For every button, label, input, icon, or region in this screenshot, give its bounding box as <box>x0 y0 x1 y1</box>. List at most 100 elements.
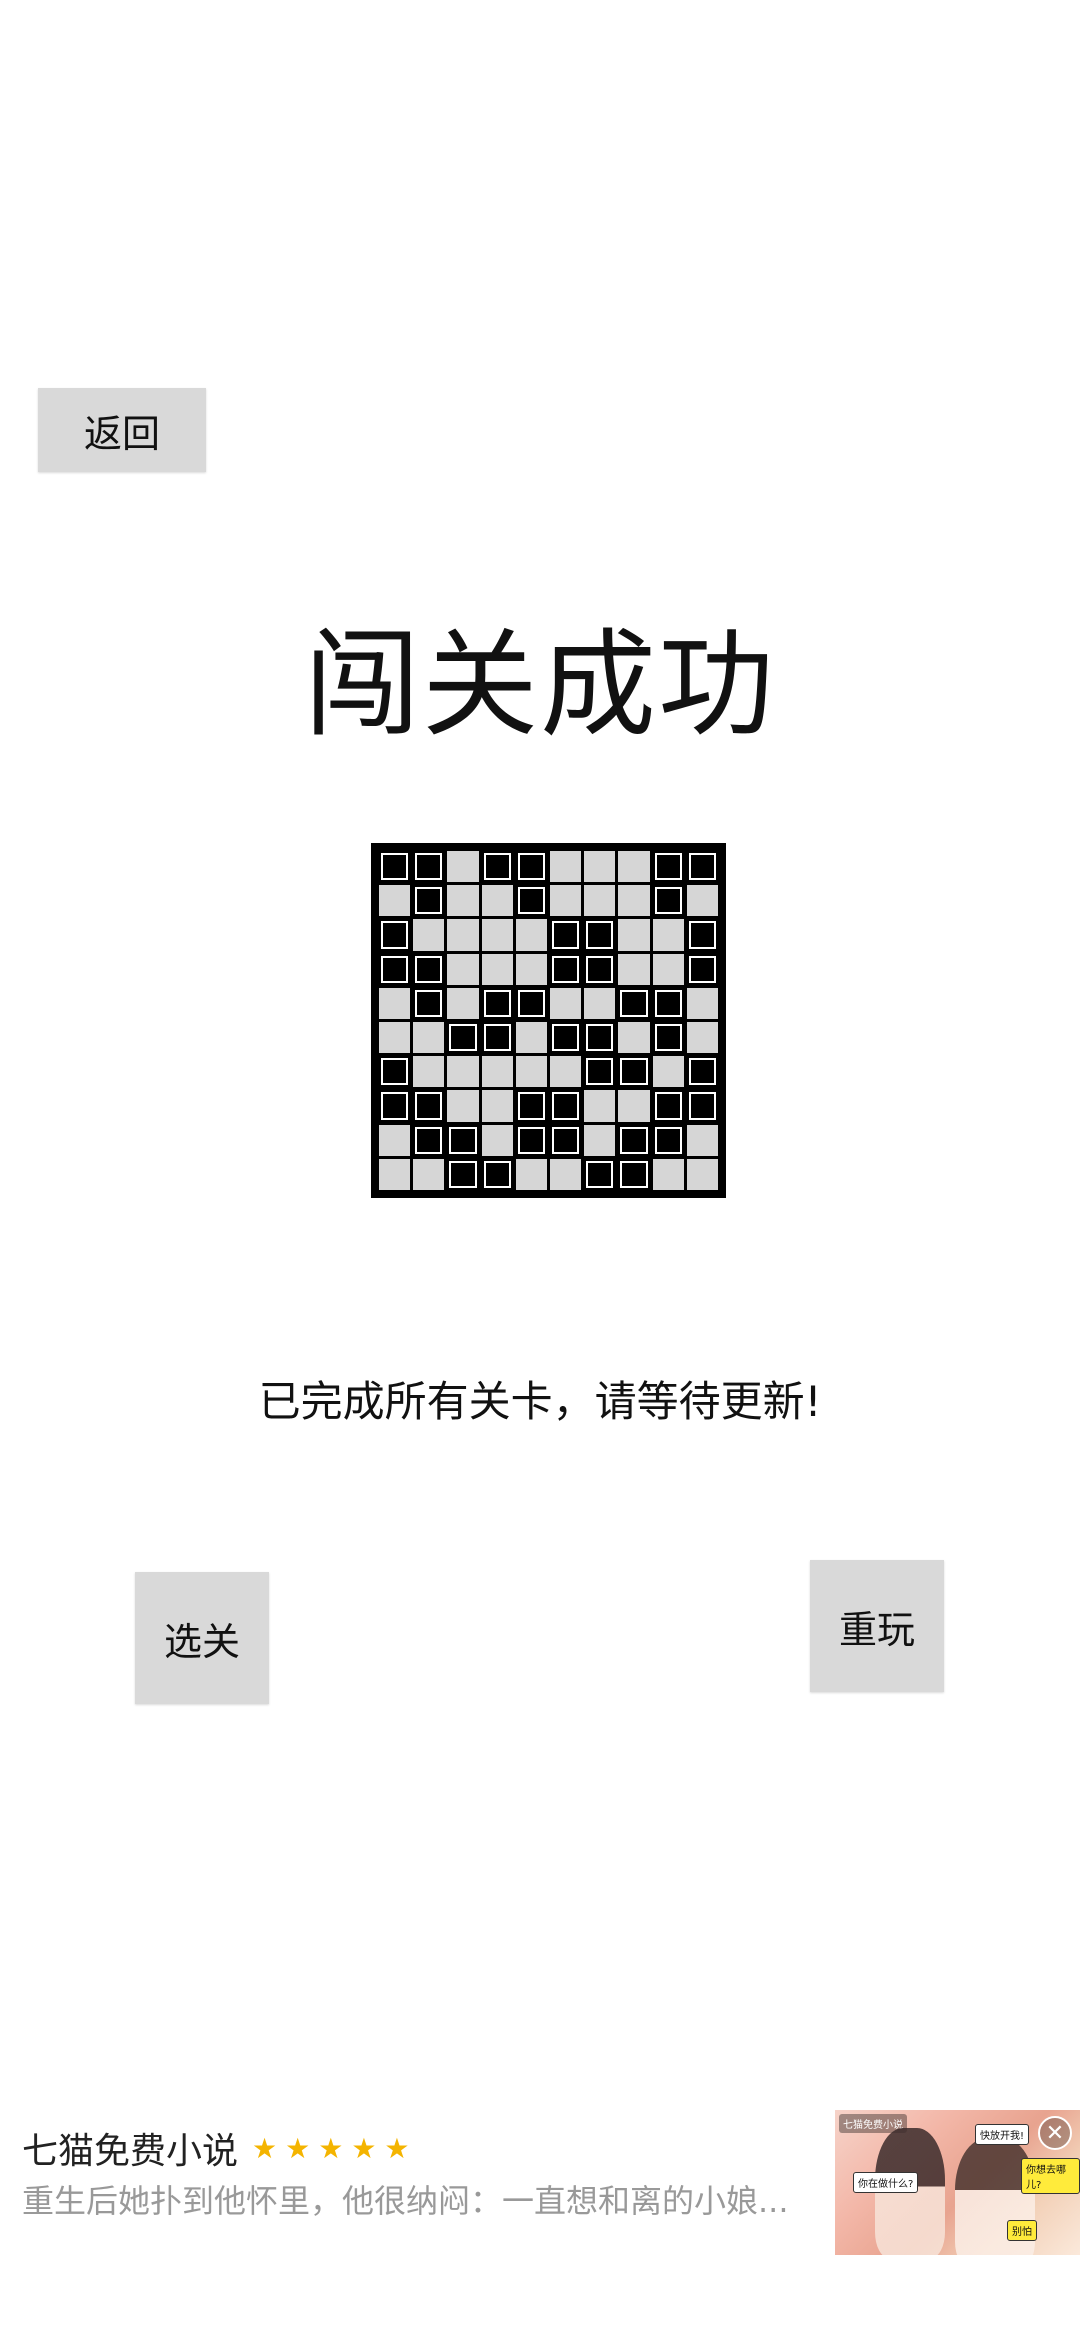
back-button[interactable]: 返回 <box>38 388 206 472</box>
ad-title: 七猫免费小说 <box>22 2131 239 2172</box>
grid-cell-filled <box>686 1090 718 1122</box>
grid-cell-filled <box>652 987 684 1019</box>
completion-message: 已完成所有关卡，请等待更新! <box>258 1377 822 1426</box>
grid-cell-filled <box>584 1158 616 1190</box>
grid-cell-filled <box>481 1022 513 1054</box>
ad-speech-bubble: 别怕 <box>1007 2220 1037 2241</box>
grid-cell-empty <box>515 1056 547 1088</box>
grid-cell-empty <box>481 1056 513 1088</box>
grid-cell-filled <box>550 953 582 985</box>
grid-cell-filled <box>618 1056 650 1088</box>
puzzle-grid <box>379 851 718 1190</box>
grid-cell-empty <box>413 1022 445 1054</box>
grid-cell-empty <box>447 885 479 917</box>
grid-cell-empty <box>584 885 616 917</box>
grid-cell-filled <box>618 1158 650 1190</box>
grid-cell-empty <box>379 1022 411 1054</box>
grid-cell-filled <box>618 1124 650 1156</box>
grid-cell-empty <box>686 1158 718 1190</box>
puzzle-board <box>371 843 726 1198</box>
grid-cell-filled <box>652 1090 684 1122</box>
grid-cell-empty <box>584 987 616 1019</box>
ad-title-row: 七猫免费小说 ★★★★★ <box>22 2122 418 2174</box>
grid-cell-empty <box>413 1158 445 1190</box>
grid-cell-empty <box>515 1022 547 1054</box>
grid-cell-empty <box>618 1022 650 1054</box>
grid-cell-empty <box>618 885 650 917</box>
grid-cell-empty <box>515 1158 547 1190</box>
grid-cell-filled <box>584 919 616 951</box>
grid-cell-filled <box>447 1124 479 1156</box>
grid-cell-filled <box>550 919 582 951</box>
grid-cell-empty <box>379 1158 411 1190</box>
grid-cell-filled <box>584 953 616 985</box>
grid-cell-empty <box>413 1056 445 1088</box>
grid-cell-empty <box>618 953 650 985</box>
grid-cell-empty <box>447 919 479 951</box>
grid-cell-filled <box>515 851 547 883</box>
grid-cell-filled <box>584 1056 616 1088</box>
grid-cell-filled <box>686 1056 718 1088</box>
ad-speech-bubble: 你想去哪儿? <box>1021 2158 1080 2194</box>
grid-cell-empty <box>550 987 582 1019</box>
grid-cell-empty <box>686 1124 718 1156</box>
grid-cell-filled <box>413 953 445 985</box>
grid-cell-filled <box>481 851 513 883</box>
grid-cell-empty <box>481 885 513 917</box>
grid-cell-empty <box>447 987 479 1019</box>
grid-cell-empty <box>481 919 513 951</box>
grid-cell-empty <box>550 1056 582 1088</box>
grid-cell-empty <box>686 987 718 1019</box>
grid-cell-empty <box>686 885 718 917</box>
ad-image[interactable]: 七猫免费小说 你在做什么? 快放开我! 你想去哪儿? 别怕 ✕ <box>835 2110 1080 2255</box>
grid-cell-empty <box>379 987 411 1019</box>
ad-speech-bubble: 你在做什么? <box>853 2172 919 2193</box>
grid-cell-filled <box>550 1124 582 1156</box>
grid-cell-empty <box>584 1124 616 1156</box>
grid-cell-empty <box>481 1124 513 1156</box>
grid-cell-empty <box>413 919 445 951</box>
grid-cell-filled <box>413 1090 445 1122</box>
grid-cell-filled <box>652 1124 684 1156</box>
grid-cell-filled <box>413 987 445 1019</box>
grid-cell-filled <box>481 987 513 1019</box>
grid-cell-filled <box>413 885 445 917</box>
grid-cell-empty <box>550 1158 582 1190</box>
replay-button[interactable]: 重玩 <box>810 1560 944 1692</box>
grid-cell-empty <box>447 1056 479 1088</box>
grid-cell-filled <box>515 885 547 917</box>
grid-cell-empty <box>652 1158 684 1190</box>
star-rating-icon: ★★★★★ <box>252 2131 418 2165</box>
grid-cell-filled <box>652 885 684 917</box>
ad-description: 重生后她扑到他怀里，他很纳闷：一直想和离的小娘... <box>22 2182 789 2220</box>
grid-cell-filled <box>379 953 411 985</box>
grid-cell-empty <box>618 919 650 951</box>
grid-cell-empty <box>481 953 513 985</box>
grid-cell-empty <box>618 1090 650 1122</box>
grid-cell-filled <box>413 1124 445 1156</box>
grid-cell-filled <box>550 1022 582 1054</box>
ad-banner[interactable]: 七猫免费小说 ★★★★★ 重生后她扑到他怀里，他很纳闷：一直想和离的小娘... … <box>0 2110 1080 2260</box>
grid-cell-filled <box>481 1158 513 1190</box>
grid-cell-empty <box>652 1056 684 1088</box>
grid-cell-filled <box>379 1090 411 1122</box>
select-level-button[interactable]: 选关 <box>135 1572 269 1704</box>
grid-cell-empty <box>379 885 411 917</box>
grid-cell-filled <box>652 851 684 883</box>
grid-cell-empty <box>550 885 582 917</box>
grid-cell-empty <box>515 953 547 985</box>
grid-cell-filled <box>379 919 411 951</box>
grid-cell-empty <box>379 1124 411 1156</box>
close-icon[interactable]: ✕ <box>1038 2116 1072 2150</box>
grid-cell-empty <box>584 851 616 883</box>
grid-cell-filled <box>413 851 445 883</box>
grid-cell-empty <box>515 919 547 951</box>
grid-cell-empty <box>447 851 479 883</box>
grid-cell-empty <box>550 851 582 883</box>
grid-cell-empty <box>652 919 684 951</box>
grid-cell-empty <box>447 1090 479 1122</box>
grid-cell-filled <box>515 1090 547 1122</box>
grid-cell-empty <box>447 953 479 985</box>
grid-cell-empty <box>584 1090 616 1122</box>
grid-cell-filled <box>379 851 411 883</box>
